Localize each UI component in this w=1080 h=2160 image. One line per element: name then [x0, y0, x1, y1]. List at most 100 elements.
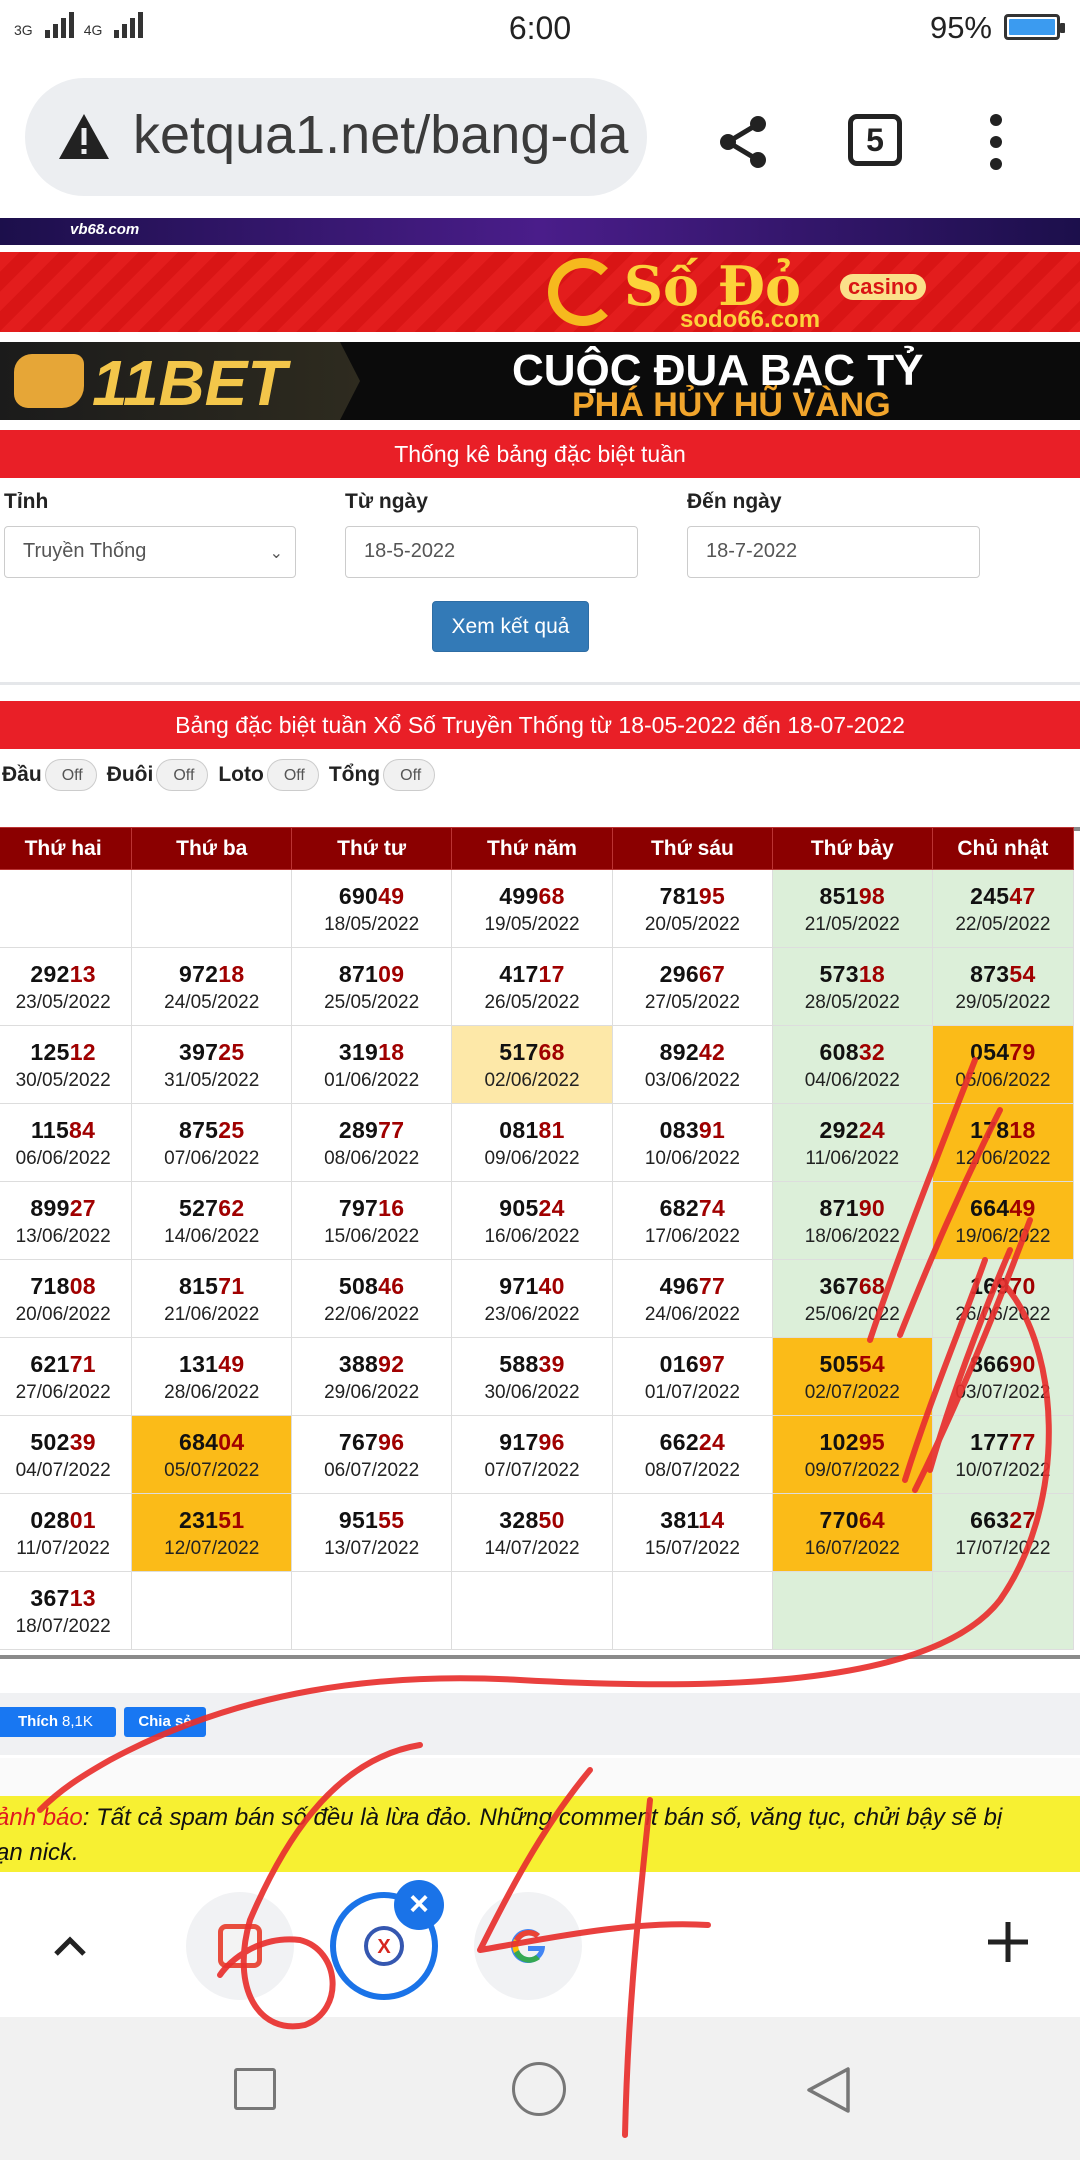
- result-cell: 51768 02/06/2022: [451, 1025, 613, 1104]
- warning-icon[interactable]: [57, 112, 111, 162]
- result-number-tail: 49: [218, 1351, 245, 1377]
- result-date: 08/06/2022: [324, 1148, 420, 1169]
- result-date: 30/06/2022: [484, 1382, 580, 1403]
- result-date: 02/06/2022: [484, 1070, 580, 1091]
- table-row: 12512 30/05/2022 39725 31/05/2022 31918 01/06…: [0, 1025, 1075, 1104]
- result-number: 95155: [292, 1507, 451, 1534]
- result-number: 91796: [452, 1429, 612, 1456]
- result-number-head: 917: [499, 1429, 539, 1455]
- chevron-up-icon[interactable]: [52, 1928, 88, 1964]
- view-results-button[interactable]: Xem kết quả: [432, 601, 589, 652]
- result-number-tail: 49: [1009, 1195, 1036, 1221]
- result-number-tail: 55: [378, 1507, 405, 1533]
- result-cell: 36713 18/07/2022: [0, 1571, 133, 1650]
- from-date-input[interactable]: 18-5-2022: [345, 526, 638, 578]
- result-number-head: 125: [30, 1039, 70, 1065]
- ad-banner-vb68[interactable]: vb68.com: [0, 218, 1080, 245]
- result-number-tail: 25: [218, 1039, 245, 1065]
- result-number-tail: 68: [538, 1039, 565, 1065]
- tabs-icon[interactable]: 5: [848, 114, 902, 166]
- result-number-head: 028: [30, 1507, 70, 1533]
- result-number-tail: 90: [858, 1195, 885, 1221]
- close-tab-icon[interactable]: ×: [394, 1880, 444, 1930]
- home-icon[interactable]: [512, 2062, 566, 2116]
- toggle-dau[interactable]: Off: [44, 759, 97, 791]
- toggle-duoi[interactable]: Off: [156, 759, 209, 791]
- result-number: 68274: [613, 1195, 772, 1222]
- result-number-head: 662: [659, 1429, 699, 1455]
- result-date: 25/05/2022: [324, 992, 420, 1013]
- result-number: 29213: [0, 961, 131, 988]
- result-date: 31/05/2022: [164, 1070, 260, 1091]
- result-number: 36768: [773, 1273, 932, 1300]
- recents-icon[interactable]: [234, 2068, 276, 2110]
- result-date: 03/06/2022: [644, 1070, 740, 1091]
- toggle-loto[interactable]: Off: [266, 759, 319, 791]
- result-number-tail: 13: [69, 961, 96, 987]
- table-row: 69049 18/05/2022 49968 19/05/2022 78195 20/05…: [0, 869, 1075, 948]
- result-cell: 32850 14/07/2022: [451, 1493, 613, 1572]
- result-date: 01/07/2022: [644, 1382, 740, 1403]
- result-date: 11/07/2022: [16, 1538, 110, 1559]
- to-date-input[interactable]: 18-7-2022: [687, 526, 980, 578]
- result-number: 05479: [933, 1039, 1073, 1066]
- result-date: 02/07/2022: [804, 1382, 900, 1403]
- spacer-band: [0, 1758, 1080, 1796]
- result-cell: [0, 869, 133, 948]
- result-number-tail: 46: [378, 1273, 405, 1299]
- result-cell: [611, 1571, 773, 1650]
- result-number-tail: 98: [858, 883, 885, 909]
- ad-banner-sodo[interactable]: Số Đỏ casino sodo66.com: [0, 252, 1080, 332]
- col-header-sun: Chủ nhật: [931, 827, 1075, 870]
- result-cell: 62171 27/06/2022: [0, 1337, 133, 1416]
- result-cell: 85198 21/05/2022: [771, 869, 933, 948]
- result-date: 21/06/2022: [164, 1304, 260, 1325]
- stats-form-title: Thống kê bảng đặc biệt tuần: [0, 430, 1080, 478]
- result-date: 26/05/2022: [484, 992, 580, 1013]
- result-number: 79716: [292, 1195, 451, 1222]
- toggle-tong[interactable]: Off: [383, 759, 436, 791]
- toggle-label: Đầu: [2, 763, 42, 786]
- clock: 6:00: [508, 10, 572, 46]
- result-number: 50554: [773, 1351, 932, 1378]
- result-cell: 11584 06/06/2022: [0, 1103, 133, 1182]
- result-number: 97140: [452, 1273, 612, 1300]
- url-text[interactable]: ketqua1.net/bang-da: [133, 104, 628, 166]
- facebook-like-button[interactable]: Thích 8,1K: [0, 1707, 116, 1737]
- result-date: 07/07/2022: [484, 1460, 580, 1481]
- new-tab-plus-icon[interactable]: [984, 1918, 1032, 1966]
- result-number: 10295: [773, 1429, 932, 1456]
- result-cell: 39725 31/05/2022: [131, 1025, 293, 1104]
- result-number-tail: 74: [698, 1195, 726, 1221]
- result-number-head: 292: [30, 961, 70, 987]
- result-number-head: 770: [819, 1507, 859, 1533]
- share-icon[interactable]: [716, 114, 772, 170]
- ad-banner-11bet[interactable]: 11BET CUỘC ĐUA BẠC TỶ PHÁ HỦY HŨ VÀNG: [0, 342, 1080, 420]
- result-date: 22/05/2022: [955, 914, 1051, 935]
- result-number: 89927: [0, 1195, 131, 1222]
- tab-favicon-3[interactable]: [474, 1892, 582, 2000]
- result-number: 85198: [773, 883, 932, 910]
- result-number: 78195: [613, 883, 772, 910]
- facebook-share-button[interactable]: Chia sẻ: [124, 1707, 206, 1737]
- result-number-tail: 51: [218, 1507, 245, 1533]
- result-cell: 13149 28/06/2022: [131, 1337, 293, 1416]
- result-number-head: 292: [819, 1117, 859, 1143]
- result-date: 18/05/2022: [324, 914, 420, 935]
- result-cell: 76796 06/07/2022: [291, 1415, 453, 1494]
- back-icon[interactable]: [804, 2065, 852, 2115]
- result-cell: 81571 21/06/2022: [131, 1259, 293, 1338]
- result-number-head: 505: [819, 1351, 859, 1377]
- result-number-tail: 50: [538, 1507, 565, 1533]
- result-number: 49677: [613, 1273, 772, 1300]
- menu-icon[interactable]: [984, 114, 1008, 174]
- province-select[interactable]: Truyền Thống ⌄: [4, 526, 296, 578]
- result-cell: 78195 20/05/2022: [611, 869, 773, 948]
- result-number-tail: 14: [698, 1507, 725, 1533]
- result-number-head: 319: [338, 1039, 379, 1065]
- tab-favicon-1[interactable]: [186, 1892, 294, 2000]
- address-bar[interactable]: ketqua1.net/bang-da: [25, 78, 647, 196]
- result-number-head: 508: [338, 1273, 379, 1299]
- like-count: 8,1K: [62, 1713, 93, 1730]
- result-cell: 17777 10/07/2022: [931, 1415, 1075, 1494]
